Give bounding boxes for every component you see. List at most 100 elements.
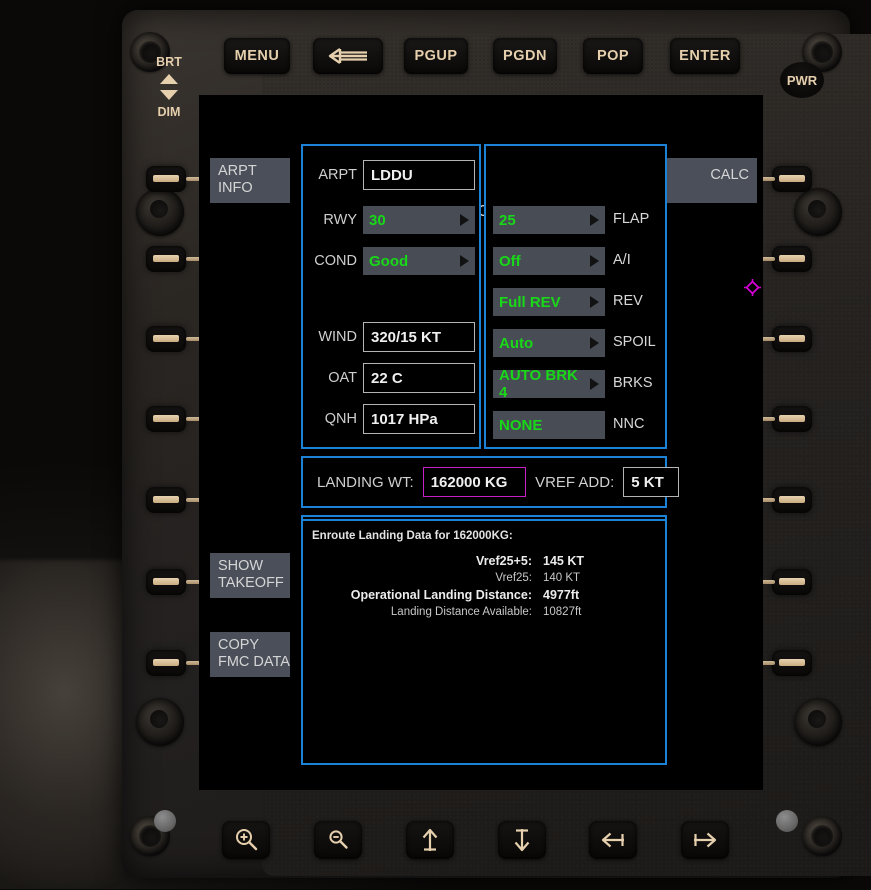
brightness-control[interactable]: BRT DIM <box>150 56 188 118</box>
flap-label: FLAP <box>613 211 649 227</box>
anti-ice-label: A/I <box>613 252 631 268</box>
rwy-value: 30 <box>369 212 386 229</box>
bezel-indicator-left <box>154 810 176 832</box>
landing-wt-input[interactable]: 162000 KG <box>423 467 526 497</box>
bezel-knob-right-lower[interactable] <box>794 698 842 746</box>
wind-label: WIND <box>303 329 357 345</box>
arpt-input[interactable]: LDDU <box>363 160 475 190</box>
landing-config-panel: 25 FLAP Off A/I Full REV REV Auto SPOIL … <box>484 144 667 449</box>
brakes-selector[interactable]: AUTO BRK 4 <box>493 370 605 398</box>
zoom-in-button[interactable] <box>222 821 270 859</box>
landing-weight-panel: LANDING WT: 162000 KG VREF ADD: 5 KT <box>301 456 667 508</box>
nnc-value: NONE <box>499 417 542 434</box>
pop-button-label: POP <box>597 48 629 64</box>
lsk-left-3[interactable] <box>146 326 186 352</box>
brightness-bright-label: BRT <box>156 56 182 68</box>
pan-right-button[interactable] <box>681 821 729 859</box>
bezel-indicator-right <box>776 810 798 832</box>
flap-selector[interactable]: 25 <box>493 206 605 234</box>
menu-button-label: MENU <box>235 48 280 64</box>
landing-wt-label: LANDING WT: <box>317 474 414 491</box>
softkey-right-1-calc[interactable]: CALC <box>665 158 757 203</box>
enter-button[interactable]: ENTER <box>670 38 740 74</box>
results-row-value: 145 KT <box>543 553 658 569</box>
lsk-right-2[interactable] <box>772 246 812 272</box>
arrow-up-icon <box>419 827 441 853</box>
lsk-left-2[interactable] <box>146 246 186 272</box>
lsk-left-6[interactable] <box>146 569 186 595</box>
page-title: PERFORMANCE - LANDING <box>199 203 763 221</box>
anti-ice-value: Off <box>499 253 521 270</box>
results-row-value: 4977ft <box>543 587 658 603</box>
menu-button[interactable]: MENU <box>224 38 290 74</box>
spoiler-selector[interactable]: Auto <box>493 329 605 357</box>
power-label: PWR <box>787 73 817 88</box>
brightness-dim-label: DIM <box>158 106 181 118</box>
zoom-in-icon <box>233 827 259 853</box>
oat-input[interactable]: 22 C <box>363 363 475 393</box>
results-row: Operational Landing Distance:4977ft <box>314 587 658 603</box>
vref-add-input[interactable]: 5 KT <box>623 467 679 497</box>
pan-down-button[interactable] <box>498 821 546 859</box>
zoom-out-button[interactable] <box>314 821 362 859</box>
magenta-diamond-cursor-icon <box>744 279 761 296</box>
chevron-right-icon <box>590 214 599 226</box>
results-row-key: Vref25: <box>314 571 541 585</box>
chevron-right-icon <box>590 255 599 267</box>
results-heading: Enroute Landing Data for 162000KG: <box>312 530 513 542</box>
softkey-left-6-show-takeoff[interactable]: SHOW TAKEOFF <box>210 553 290 598</box>
pan-left-button[interactable] <box>589 821 637 859</box>
lsk-right-6[interactable] <box>772 569 812 595</box>
back-arrow-icon <box>327 46 369 66</box>
qnh-label: QNH <box>303 411 357 427</box>
chevron-right-icon <box>590 337 599 349</box>
nnc-selector[interactable]: NONE <box>493 411 605 439</box>
lsk-left-5[interactable] <box>146 487 186 513</box>
efb-display: PERFORMANCE - LANDING ARPT INFO SHOW TAK… <box>199 95 763 790</box>
flap-value: 25 <box>499 212 516 229</box>
brightness-down-icon[interactable] <box>160 90 178 100</box>
lsk-right-7[interactable] <box>772 650 812 676</box>
oat-label: OAT <box>303 370 357 386</box>
bezel-screw-bottom-right <box>802 816 842 856</box>
pop-button[interactable]: POP <box>583 38 643 74</box>
lsk-left-1[interactable] <box>146 166 186 192</box>
reverser-label: REV <box>613 293 643 309</box>
bezel-knob-right-upper[interactable] <box>794 188 842 236</box>
rwy-selector[interactable]: 30 <box>363 206 475 234</box>
lsk-right-1[interactable] <box>772 166 812 192</box>
vref-add-label: VREF ADD: <box>535 474 614 491</box>
results-row-key: Landing Distance Available: <box>314 605 541 619</box>
cond-selector[interactable]: Good <box>363 247 475 275</box>
results-row-key: Operational Landing Distance: <box>314 587 541 603</box>
landing-inputs-panel: ARPT LDDU RWY 30 COND Good WIND 320/1 <box>301 144 481 449</box>
pgdn-button[interactable]: PGDN <box>493 38 557 74</box>
arrow-right-icon <box>692 829 718 851</box>
pgup-button[interactable]: PGUP <box>404 38 468 74</box>
brightness-up-icon[interactable] <box>160 74 178 84</box>
power-button[interactable]: PWR <box>780 62 824 98</box>
results-row: Vref25:140 KT <box>314 571 658 585</box>
brakes-label: BRKS <box>613 375 653 391</box>
reverser-selector[interactable]: Full REV <box>493 288 605 316</box>
qnh-input[interactable]: 1017 HPa <box>363 404 475 434</box>
lsk-right-5[interactable] <box>772 487 812 513</box>
chevron-right-icon <box>590 296 599 308</box>
lsk-right-3[interactable] <box>772 326 812 352</box>
softkey-left-1-arpt-info[interactable]: ARPT INFO <box>210 158 290 203</box>
arrow-left-icon <box>600 829 626 851</box>
lsk-right-4[interactable] <box>772 406 812 432</box>
lsk-left-7[interactable] <box>146 650 186 676</box>
pan-up-button[interactable] <box>406 821 454 859</box>
bezel-knob-left-lower[interactable] <box>136 698 184 746</box>
back-button[interactable] <box>313 38 383 74</box>
softkey-left-7-copy-fmc-data[interactable]: COPY FMC DATA <box>210 632 290 677</box>
lsk-left-4[interactable] <box>146 406 186 432</box>
brakes-value: AUTO BRK 4 <box>499 367 583 401</box>
anti-ice-selector[interactable]: Off <box>493 247 605 275</box>
results-row: Landing Distance Available:10827ft <box>314 605 658 619</box>
arpt-label: ARPT <box>309 167 357 183</box>
bezel-knob-left-upper[interactable] <box>136 188 184 236</box>
spoiler-value: Auto <box>499 335 533 352</box>
wind-input[interactable]: 320/15 KT <box>363 322 475 352</box>
